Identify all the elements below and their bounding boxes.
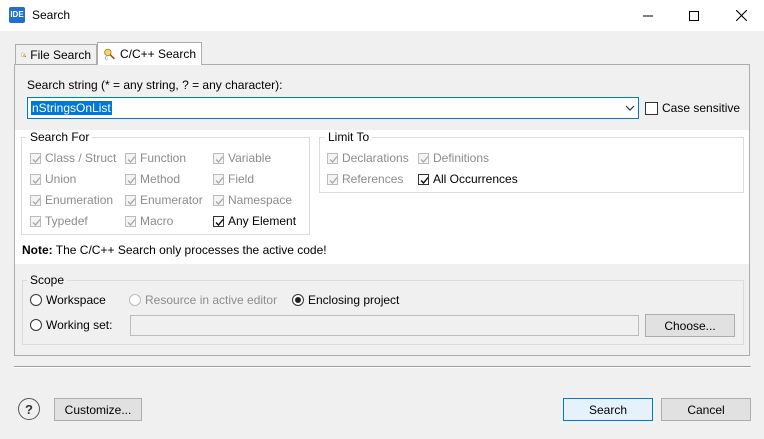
scope-enclosing-project-radio[interactable]: Enclosing project bbox=[292, 293, 399, 307]
checkbox-box[interactable] bbox=[30, 173, 41, 185]
checkbox-box[interactable] bbox=[125, 194, 136, 206]
checkbox-box[interactable] bbox=[125, 173, 136, 185]
checkbox-box[interactable] bbox=[213, 194, 224, 206]
close-button[interactable] bbox=[718, 0, 764, 31]
option-enumerator[interactable]: Enumerator bbox=[125, 193, 203, 207]
note-bold: Note: bbox=[22, 243, 53, 257]
option-namespace[interactable]: Namespace bbox=[213, 193, 292, 207]
option-label: Method bbox=[140, 172, 181, 186]
checkbox-box[interactable] bbox=[327, 152, 338, 164]
radio-button[interactable] bbox=[30, 294, 42, 306]
option-label: Definitions bbox=[433, 151, 490, 165]
file-search-icon bbox=[21, 52, 27, 58]
tab-label: C/C++ Search bbox=[119, 47, 196, 61]
option-all-occurrences[interactable]: All Occurrences bbox=[418, 172, 518, 186]
option-union[interactable]: Union bbox=[30, 172, 76, 186]
checkbox-box[interactable] bbox=[213, 215, 224, 227]
scope-workspace-label: Workspace bbox=[46, 293, 106, 307]
minimize-button[interactable] bbox=[625, 0, 671, 31]
checkbox-box[interactable] bbox=[327, 173, 338, 185]
checkbox-box[interactable] bbox=[645, 101, 658, 115]
scope-working-set-label: Working set: bbox=[46, 318, 113, 332]
option-label: Enumeration bbox=[45, 193, 114, 207]
option-enumeration[interactable]: Enumeration bbox=[30, 193, 113, 207]
checkbox-box[interactable] bbox=[213, 173, 224, 185]
search-string-input[interactable]: nStringsOnList bbox=[31, 101, 112, 115]
option-typedef[interactable]: Typedef bbox=[30, 214, 88, 228]
option-label: Typedef bbox=[45, 214, 88, 228]
checkbox-box[interactable] bbox=[125, 215, 136, 227]
maximize-button[interactable] bbox=[671, 0, 717, 31]
option-label: Variable bbox=[228, 151, 272, 165]
case-sensitive-checkbox[interactable]: Case sensitive bbox=[645, 101, 740, 115]
option-label: Macro bbox=[140, 214, 174, 228]
checkbox-box[interactable] bbox=[30, 194, 41, 206]
option-macro[interactable]: Macro bbox=[125, 214, 173, 228]
checkbox-box[interactable] bbox=[125, 152, 136, 164]
checkbox-box[interactable] bbox=[418, 152, 429, 164]
checkbox-box[interactable] bbox=[30, 152, 41, 164]
note-text: Note: The C/C++ Search only processes th… bbox=[22, 243, 327, 257]
checkbox-box[interactable] bbox=[30, 215, 41, 227]
option-field[interactable]: Field bbox=[213, 172, 254, 186]
checkbox-box[interactable] bbox=[213, 152, 224, 164]
svg-text:C: C bbox=[105, 56, 109, 62]
option-label: Enumerator bbox=[140, 193, 203, 207]
footer-separator-highlight bbox=[14, 367, 751, 368]
scope-resource-label: Resource in active editor bbox=[145, 293, 278, 307]
radio-button[interactable] bbox=[129, 294, 141, 306]
option-label: Function bbox=[140, 151, 187, 165]
help-icon[interactable]: ? bbox=[18, 398, 40, 420]
close-icon bbox=[735, 10, 747, 21]
option-declarations[interactable]: Declarations bbox=[327, 151, 409, 165]
cancel-button[interactable]: Cancel bbox=[661, 398, 751, 421]
limit-to-title: Limit To bbox=[325, 130, 373, 144]
option-definitions[interactable]: Definitions bbox=[418, 151, 489, 165]
radio-button-selected[interactable] bbox=[292, 294, 304, 306]
tab-label: File Search bbox=[30, 48, 91, 62]
option-label: References bbox=[342, 172, 404, 186]
option-variable[interactable]: Variable bbox=[213, 151, 271, 165]
working-set-field bbox=[130, 315, 639, 336]
option-label: Declarations bbox=[342, 151, 409, 165]
scope-resource-radio[interactable]: Resource in active editor bbox=[129, 293, 277, 307]
scope-title: Scope bbox=[27, 273, 68, 287]
choose-button[interactable]: Choose... bbox=[645, 314, 735, 337]
note-body: The C/C++ Search only processes the acti… bbox=[55, 243, 327, 257]
option-label: Class / Struct bbox=[45, 151, 117, 165]
option-label: Field bbox=[228, 172, 255, 186]
option-label: Any Element bbox=[228, 214, 297, 228]
checkbox-box[interactable] bbox=[418, 173, 429, 185]
search-string-label: Search string (* = any string, ? = any c… bbox=[27, 78, 283, 92]
tab-cpp-search[interactable]: C C/C++ Search bbox=[97, 42, 202, 65]
window-title: Search bbox=[32, 8, 71, 22]
minimize-icon bbox=[643, 15, 653, 16]
customize-button[interactable]: Customize... bbox=[54, 398, 142, 421]
app-icon: IDE bbox=[9, 7, 25, 23]
option-label: Namespace bbox=[228, 193, 293, 207]
scope-working-set-radio[interactable]: Working set: bbox=[30, 318, 112, 332]
search-for-title: Search For bbox=[27, 130, 93, 144]
option-references[interactable]: References bbox=[327, 172, 403, 186]
search-button[interactable]: Search bbox=[563, 398, 653, 421]
option-method[interactable]: Method bbox=[125, 172, 180, 186]
option-function[interactable]: Function bbox=[125, 151, 186, 165]
option-any-element[interactable]: Any Element bbox=[213, 214, 296, 228]
search-string-combo[interactable]: nStringsOnList bbox=[27, 97, 639, 119]
cpp-search-icon: C bbox=[104, 48, 115, 62]
option-label: Union bbox=[45, 172, 77, 186]
chevron-down-icon[interactable] bbox=[625, 102, 635, 114]
scope-enclosing-label: Enclosing project bbox=[308, 293, 400, 307]
tab-file-search[interactable]: File Search bbox=[15, 44, 97, 65]
case-sensitive-label: Case sensitive bbox=[662, 101, 741, 115]
radio-button[interactable] bbox=[30, 319, 42, 331]
scope-workspace-radio[interactable]: Workspace bbox=[30, 293, 106, 307]
option-label: All Occurrences bbox=[433, 172, 518, 186]
maximize-icon bbox=[689, 10, 699, 21]
option-class-struct[interactable]: Class / Struct bbox=[30, 151, 116, 165]
